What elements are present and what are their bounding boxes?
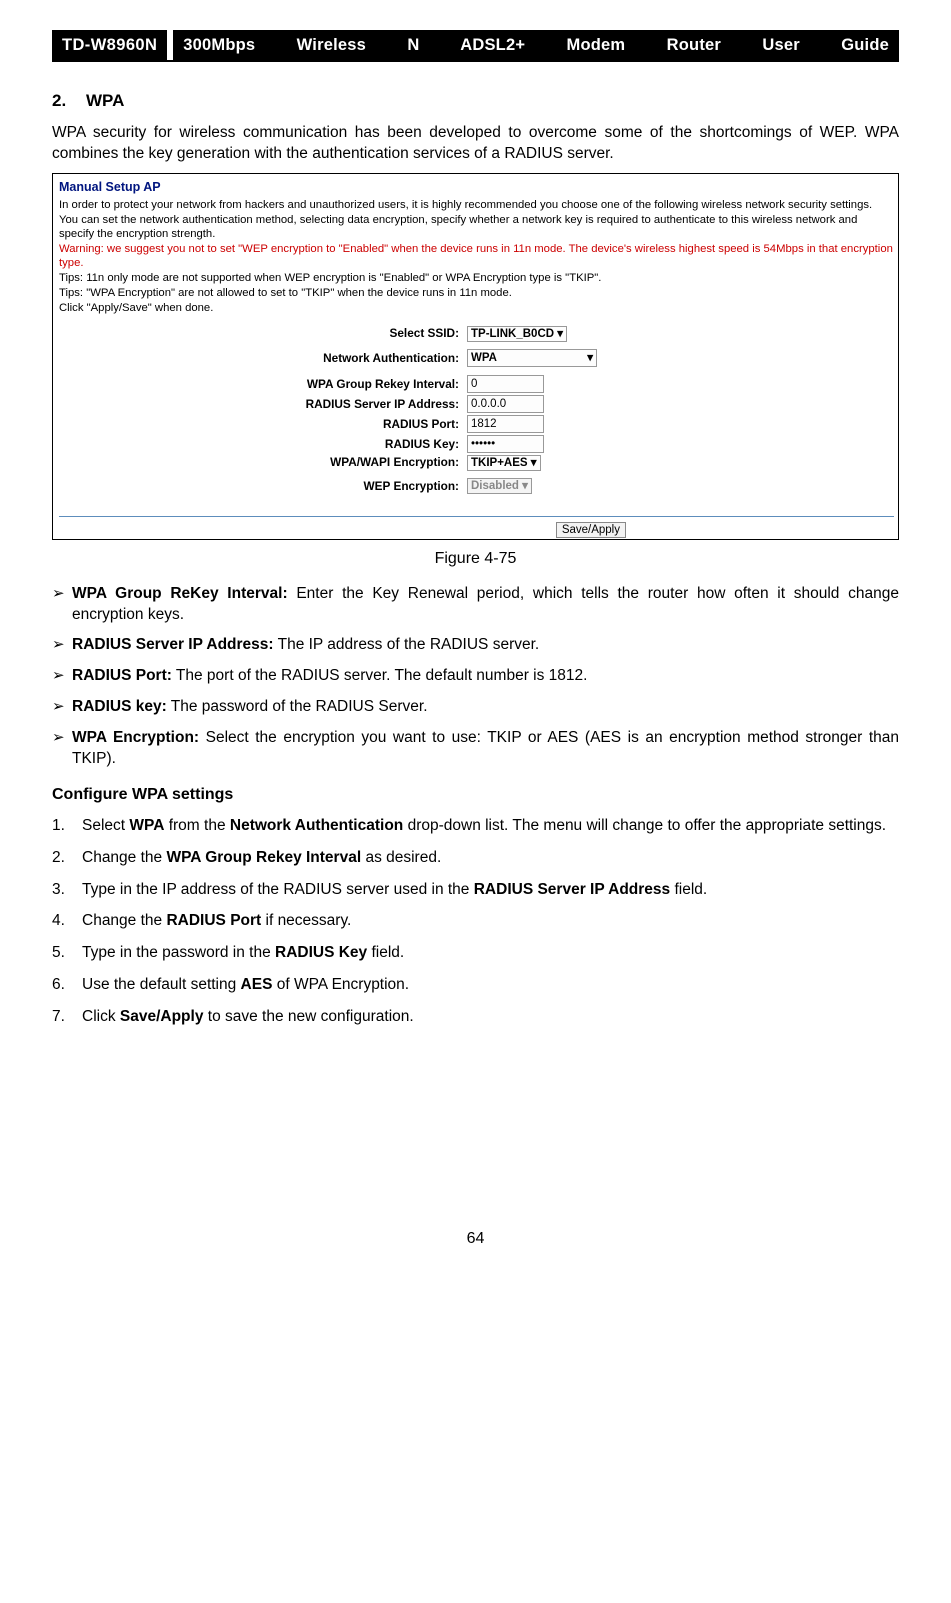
bullet-item: RADIUS Server IP Address: The IP address… xyxy=(72,635,899,656)
step-item: Type in the IP address of the RADIUS ser… xyxy=(82,880,899,901)
bullet-item: WPA Encryption: Select the encryption yo… xyxy=(72,728,899,770)
section-number: 2. xyxy=(52,91,66,110)
figure-panel-title: Manual Setup AP xyxy=(59,180,894,196)
step-number: 6. xyxy=(52,975,82,996)
wep-enc-value: Disabled xyxy=(471,480,519,492)
save-apply-button[interactable]: Save/Apply xyxy=(556,522,626,538)
step-item: Change the RADIUS Port if necessary. xyxy=(82,911,899,932)
step-item: Select WPA from the Network Authenticati… xyxy=(82,816,899,837)
figure-done: Click "Apply/Save" when done. xyxy=(59,301,894,315)
header-title: 300Mbps Wireless N ADSL2+ Modem Router U… xyxy=(173,30,899,60)
bullet-text: The IP address of the RADIUS server. xyxy=(274,636,540,653)
wpa-enc-select[interactable]: TKIP+AES ▾ xyxy=(467,455,541,471)
radius-key-label: RADIUS Key: xyxy=(59,437,467,452)
bullet-label: RADIUS key: xyxy=(72,698,167,715)
step-number: 4. xyxy=(52,911,82,932)
header-model: TD-W8960N xyxy=(52,30,167,60)
auth-select[interactable]: WPA ▾ xyxy=(467,349,597,367)
bullet-text: The password of the RADIUS Server. xyxy=(167,698,428,715)
step-number: 2. xyxy=(52,848,82,869)
figure-warning: Warning: we suggest you not to set "WEP … xyxy=(59,242,894,270)
bullet-icon: ➢ xyxy=(52,728,72,770)
radius-ip-input[interactable] xyxy=(467,395,544,413)
auth-value: WPA xyxy=(471,352,497,364)
auth-label: Network Authentication: xyxy=(59,351,467,366)
bullet-item: WPA Group ReKey Interval: Enter the Key … xyxy=(72,584,899,626)
step-item: Change the WPA Group Rekey Interval as d… xyxy=(82,848,899,869)
chevron-down-icon: ▾ xyxy=(522,480,528,492)
figure-tip-2: Tips: "WPA Encryption" are not allowed t… xyxy=(59,286,894,300)
bullet-label: RADIUS Port: xyxy=(72,667,172,684)
radius-port-label: RADIUS Port: xyxy=(59,417,467,432)
chevron-down-icon: ▾ xyxy=(531,457,537,469)
rekey-input[interactable] xyxy=(467,375,544,393)
wpa-enc-label: WPA/WAPI Encryption: xyxy=(59,455,467,470)
rekey-label: WPA Group Rekey Interval: xyxy=(59,377,467,392)
bullet-icon: ➢ xyxy=(52,635,72,656)
ssid-select[interactable]: TP-LINK_B0CD ▾ xyxy=(467,326,567,342)
bullet-label: RADIUS Server IP Address: xyxy=(72,636,274,653)
figure-line-1: In order to protect your network from ha… xyxy=(59,198,894,212)
bullet-icon: ➢ xyxy=(52,697,72,718)
figure-tip-1: Tips: 11n only mode are not supported wh… xyxy=(59,271,894,285)
page-header: TD-W8960N 300Mbps Wireless N ADSL2+ Mode… xyxy=(52,30,899,62)
wpa-enc-value: TKIP+AES xyxy=(471,457,528,469)
radius-port-input[interactable] xyxy=(467,415,544,433)
configure-heading: Configure WPA settings xyxy=(52,784,899,806)
step-item: Use the default setting AES of WPA Encry… xyxy=(82,975,899,996)
step-number: 7. xyxy=(52,1007,82,1028)
bullet-list: ➢WPA Group ReKey Interval: Enter the Key… xyxy=(52,584,899,770)
figure-line-2: You can set the network authentication m… xyxy=(59,213,894,241)
step-item: Type in the password in the RADIUS Key f… xyxy=(82,943,899,964)
radius-ip-label: RADIUS Server IP Address: xyxy=(59,397,467,412)
step-number: 1. xyxy=(52,816,82,837)
bullet-label: WPA Encryption: xyxy=(72,729,199,746)
bullet-label: WPA Group ReKey Interval: xyxy=(72,585,288,602)
bullet-item: RADIUS key: The password of the RADIUS S… xyxy=(72,697,899,718)
wep-enc-select: Disabled ▾ xyxy=(467,478,532,494)
bullet-icon: ➢ xyxy=(52,584,72,626)
figure-form: Select SSID: TP-LINK_B0CD ▾ Network Auth… xyxy=(59,326,894,500)
bullet-item: RADIUS Port: The port of the RADIUS serv… xyxy=(72,666,899,687)
step-item: Click Save/Apply to save the new configu… xyxy=(82,1007,899,1028)
chevron-down-icon: ▾ xyxy=(587,351,593,365)
wep-enc-label: WEP Encryption: xyxy=(59,479,467,494)
ssid-value: TP-LINK_B0CD xyxy=(471,328,554,340)
section-title: WPA xyxy=(86,91,124,110)
bullet-text: The port of the RADIUS server. The defau… xyxy=(172,667,588,684)
chevron-down-icon: ▾ xyxy=(557,328,563,340)
step-number: 5. xyxy=(52,943,82,964)
divider xyxy=(59,516,894,517)
section-heading: 2. WPA xyxy=(52,90,899,113)
radius-key-input[interactable] xyxy=(467,435,544,453)
page-number: 64 xyxy=(52,1228,899,1250)
ssid-label: Select SSID: xyxy=(59,326,467,341)
step-number: 3. xyxy=(52,880,82,901)
figure-screenshot: Manual Setup AP In order to protect your… xyxy=(52,173,899,540)
steps-list: 1.Select WPA from the Network Authentica… xyxy=(52,816,899,1028)
bullet-icon: ➢ xyxy=(52,666,72,687)
figure-caption: Figure 4-75 xyxy=(52,548,899,570)
intro-paragraph: WPA security for wireless communication … xyxy=(52,123,899,165)
